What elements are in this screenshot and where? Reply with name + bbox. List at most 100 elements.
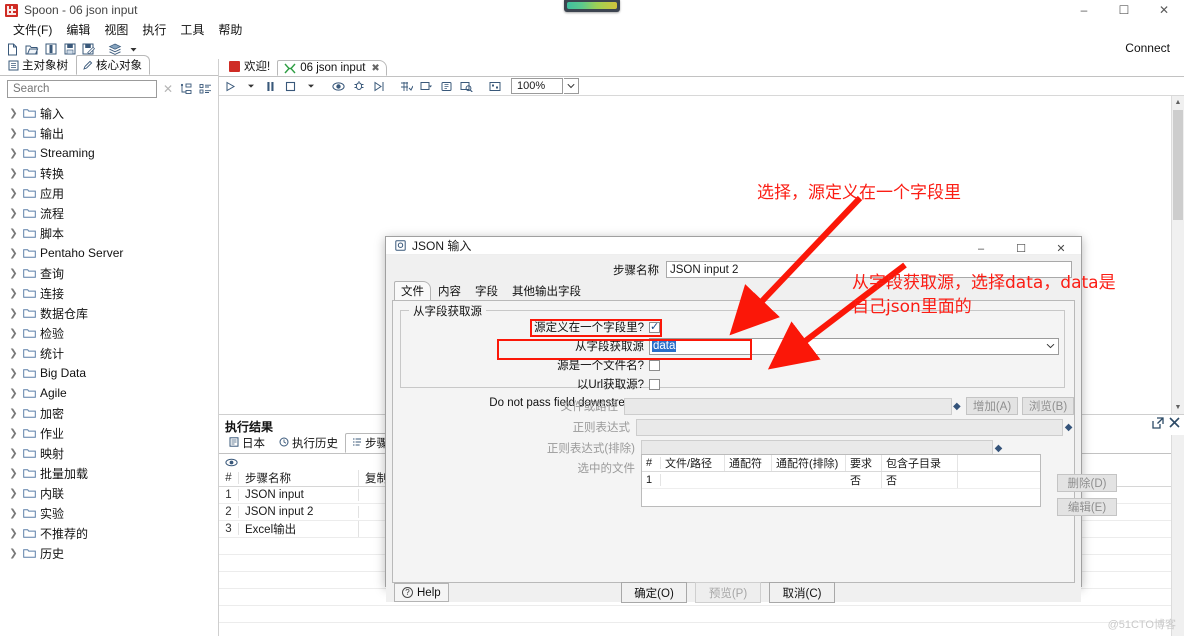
menu-tools[interactable]: 工具: [173, 20, 211, 39]
tab-execution-history[interactable]: 执行历史: [272, 433, 345, 453]
chevron-right-icon[interactable]: ❯: [8, 348, 19, 359]
preview-button[interactable]: [330, 78, 347, 95]
debug-button[interactable]: [350, 78, 367, 95]
file-table-column-header[interactable]: 包含子目录: [882, 455, 958, 471]
clear-icon[interactable]: ✕: [161, 82, 175, 96]
sidebar-item-19[interactable]: ❯ 内联: [0, 483, 218, 503]
file-table-row[interactable]: 1 否否: [642, 472, 1040, 489]
zoom-level-input[interactable]: 100%: [511, 78, 563, 94]
regexp-field[interactable]: [636, 418, 1064, 436]
delete-button[interactable]: 删除(D): [1057, 474, 1117, 492]
show-last-log-button[interactable]: [458, 78, 475, 95]
chevron-right-icon[interactable]: ❯: [8, 228, 19, 239]
ok-button[interactable]: 确定(O): [621, 582, 687, 603]
close-icon[interactable]: [1169, 417, 1180, 432]
close-button[interactable]: ✕: [1144, 0, 1184, 20]
core-objects-tree[interactable]: ❯ 输入 ❯ 输出 ❯ Streaming ❯ 转换 ❯ 应用 ❯ 流程 ❯ 脚本 ❯ Pentaho Ser…: [0, 101, 218, 636]
sidebar-item-8[interactable]: ❯ 查询: [0, 263, 218, 283]
column-header[interactable]: #: [219, 472, 239, 484]
collapse-all-button[interactable]: [198, 82, 213, 97]
stop-button[interactable]: [282, 78, 299, 95]
dialog-tab-content[interactable]: 内容: [431, 281, 468, 301]
variable-icon[interactable]: ◆: [952, 401, 962, 412]
sidebar-item-4[interactable]: ❯ 应用: [0, 183, 218, 203]
menu-edit[interactable]: 编辑: [59, 20, 97, 39]
file-or-directory-field[interactable]: [624, 397, 952, 415]
variable-icon[interactable]: ◆: [1063, 422, 1074, 433]
file-table-column-header[interactable]: 通配符: [725, 455, 772, 471]
sidebar-item-22[interactable]: ❯ 历史: [0, 543, 218, 563]
sidebar-item-9[interactable]: ❯ 连接: [0, 283, 218, 303]
file-table-column-header[interactable]: 通配符(排除): [772, 455, 846, 471]
sidebar-item-20[interactable]: ❯ 实验: [0, 503, 218, 523]
tab-06-json-input[interactable]: 06 json input ✖: [277, 60, 387, 76]
menu-help[interactable]: 帮助: [211, 20, 249, 39]
sidebar-item-1[interactable]: ❯ 输出: [0, 123, 218, 143]
sidebar-item-6[interactable]: ❯ 脚本: [0, 223, 218, 243]
results-scrollbar[interactable]: [1171, 435, 1184, 636]
chevron-right-icon[interactable]: ❯: [8, 388, 19, 399]
minimize-button[interactable]: –: [1064, 0, 1104, 20]
replay-button[interactable]: [370, 78, 387, 95]
chevron-down-icon[interactable]: [1046, 342, 1055, 351]
chevron-right-icon[interactable]: ❯: [8, 548, 19, 559]
file-table-cell[interactable]: 否: [846, 472, 882, 488]
scroll-down-icon[interactable]: ▼: [1172, 401, 1184, 414]
search-input-wrap[interactable]: [7, 80, 157, 98]
chevron-right-icon[interactable]: ❯: [8, 468, 19, 479]
add-button[interactable]: 增加(A): [966, 397, 1018, 415]
sidebar-item-15[interactable]: ❯ 加密: [0, 403, 218, 423]
chevron-right-icon[interactable]: ❯: [8, 248, 19, 259]
expand-all-button[interactable]: [179, 82, 194, 97]
cancel-button[interactable]: 取消(C): [769, 582, 835, 603]
detach-icon[interactable]: [1152, 417, 1164, 432]
sidebar-item-17[interactable]: ❯ 映射: [0, 443, 218, 463]
chevron-right-icon[interactable]: ❯: [8, 268, 19, 279]
sidebar-item-2[interactable]: ❯ Streaming: [0, 143, 218, 163]
chevron-right-icon[interactable]: ❯: [8, 208, 19, 219]
sidebar-item-0[interactable]: ❯ 输入: [0, 103, 218, 123]
browse-button[interactable]: 浏览(B): [1022, 397, 1074, 415]
chevron-right-icon[interactable]: ❯: [8, 148, 19, 159]
dialog-tab-fields[interactable]: 字段: [468, 281, 505, 301]
variable-icon[interactable]: ◆: [993, 443, 1004, 454]
maximize-button[interactable]: ☐: [1104, 0, 1144, 20]
table-row-empty[interactable]: [642, 489, 1040, 506]
chevron-right-icon[interactable]: ❯: [8, 428, 19, 439]
dialog-tab-file[interactable]: 文件: [394, 281, 431, 301]
chevron-right-icon[interactable]: ❯: [8, 168, 19, 179]
search-input[interactable]: [11, 82, 153, 96]
sidebar-item-12[interactable]: ❯ 统计: [0, 343, 218, 363]
sidebar-item-11[interactable]: ❯ 检验: [0, 323, 218, 343]
sidebar-item-13[interactable]: ❯ Big Data: [0, 363, 218, 383]
sidebar-item-3[interactable]: ❯ 转换: [0, 163, 218, 183]
file-table-cell[interactable]: 否: [882, 472, 958, 488]
tab-welcome[interactable]: 欢迎!: [222, 56, 277, 76]
chevron-right-icon[interactable]: ❯: [8, 368, 19, 379]
sidebar-item-21[interactable]: ❯ 不推荐的: [0, 523, 218, 543]
connect-link[interactable]: Connect: [1125, 41, 1170, 55]
sidebar-item-10[interactable]: ❯ 数据仓库: [0, 303, 218, 323]
chevron-right-icon[interactable]: ❯: [8, 408, 19, 419]
chevron-right-icon[interactable]: ❯: [8, 288, 19, 299]
sql-button[interactable]: [438, 78, 455, 95]
menu-view[interactable]: 视图: [97, 20, 135, 39]
chevron-right-icon[interactable]: ❯: [8, 188, 19, 199]
run-button[interactable]: [222, 78, 239, 95]
file-table-column-header[interactable]: 文件/路径: [661, 455, 725, 471]
source-is-filename-checkbox[interactable]: [649, 359, 660, 371]
arrange-button[interactable]: [486, 78, 503, 95]
close-icon[interactable]: ✖: [371, 63, 379, 74]
column-header[interactable]: 步骤名称: [239, 470, 359, 486]
sidebar-item-18[interactable]: ❯ 批量加载: [0, 463, 218, 483]
chevron-down-icon[interactable]: [564, 78, 579, 94]
verify-button[interactable]: [398, 78, 415, 95]
file-table-column-header[interactable]: 要求: [846, 455, 882, 471]
dialog-tab-additional-output-fields[interactable]: 其他输出字段: [505, 281, 588, 301]
file-table-cell[interactable]: 1: [642, 474, 661, 486]
pause-button[interactable]: [262, 78, 279, 95]
sidebar-item-5[interactable]: ❯ 流程: [0, 203, 218, 223]
preview-button[interactable]: 预览(P): [695, 582, 761, 603]
chevron-right-icon[interactable]: ❯: [8, 508, 19, 519]
menu-file[interactable]: 文件(F): [6, 20, 59, 39]
